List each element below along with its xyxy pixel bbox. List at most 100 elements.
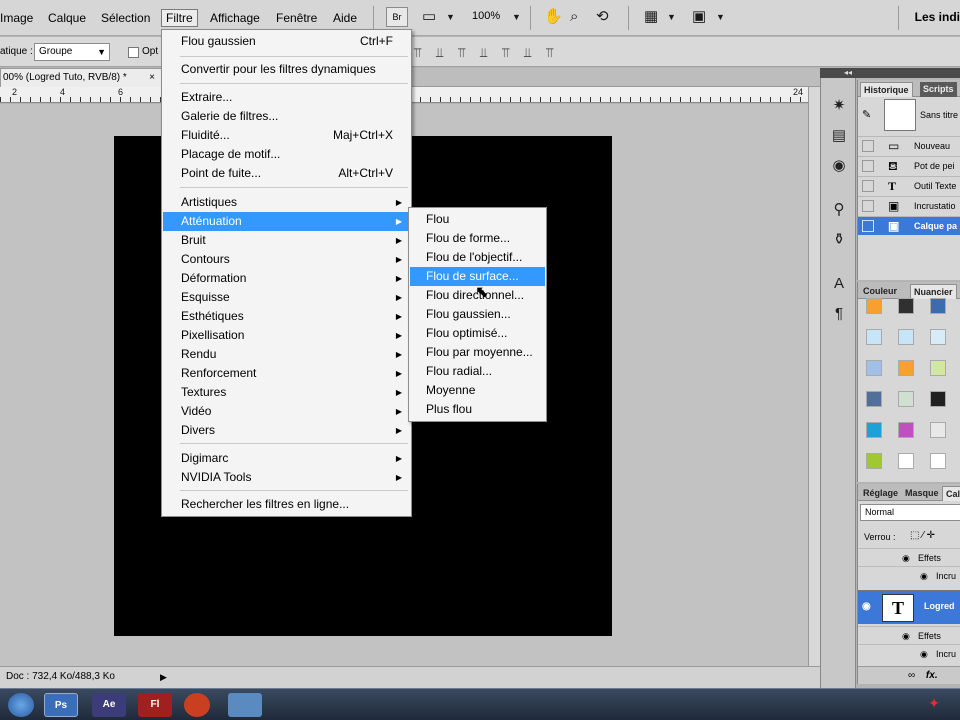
color-swatch[interactable]: [930, 453, 946, 469]
history-row[interactable]: ⛾ Pot de pei: [858, 156, 960, 175]
menu-item-nvidia-tools[interactable]: NVIDIA Tools ▶: [163, 468, 410, 487]
zoom-level[interactable]: 100%: [472, 10, 500, 22]
menu-selection[interactable]: Sélection: [97, 9, 154, 27]
taskbar-app-button[interactable]: [228, 693, 262, 717]
menu-item-rendu[interactable]: Rendu ▶: [163, 345, 410, 364]
tray-antivirus-icon[interactable]: ✦: [928, 695, 940, 712]
color-swatch[interactable]: [898, 360, 914, 376]
menu-item-textures[interactable]: Textures ▶: [163, 383, 410, 402]
menu-item-point-de-fuite[interactable]: Point de fuite... Alt+Ctrl+V: [163, 164, 410, 183]
hand-tool-icon[interactable]: ✋: [544, 8, 563, 26]
vertical-scrollbar[interactable]: [808, 87, 820, 666]
color-swatch[interactable]: [930, 360, 946, 376]
screen-dropdown-icon[interactable]: ▼: [716, 8, 725, 26]
transform-controls-checkbox[interactable]: [128, 47, 139, 58]
taskbar-after-effects-button[interactable]: Ae: [92, 693, 126, 717]
layer-effects-row[interactable]: ◉ Effets: [858, 548, 960, 566]
history-row[interactable]: ▣ Incrustatio: [858, 196, 960, 215]
auto-select-dropdown[interactable]: Groupe ▼: [34, 43, 110, 61]
clone-source-icon[interactable]: ⚱: [829, 230, 849, 250]
submenu-item-flou-gaussien[interactable]: Flou gaussien...: [410, 305, 545, 324]
color-swatch[interactable]: [898, 422, 914, 438]
brush-source-icon[interactable]: ✎: [862, 108, 871, 121]
color-swatch[interactable]: [930, 422, 946, 438]
history-source-checkbox[interactable]: [862, 220, 874, 232]
menu-item-bruit[interactable]: Bruit ▶: [163, 231, 410, 250]
menu-item-galerie[interactable]: Galerie de filtres...: [163, 107, 410, 126]
color-swatch[interactable]: [930, 329, 946, 345]
rotate-view-icon[interactable]: ⟲: [596, 8, 609, 26]
color-swatch[interactable]: [866, 422, 882, 438]
layer-row-selected[interactable]: ◉ T Logred: [858, 590, 960, 624]
history-source-checkbox[interactable]: [862, 200, 874, 212]
layer-effect-row[interactable]: ◉ Incru: [858, 644, 960, 662]
info-icon[interactable]: ◉: [829, 156, 849, 176]
start-button[interactable]: [8, 693, 34, 717]
menu-item-renforcement[interactable]: Renforcement ▶: [163, 364, 410, 383]
collapse-panels-icon[interactable]: ◂◂: [820, 68, 960, 78]
screen-mode-icon[interactable]: ▭: [422, 8, 436, 26]
history-source-checkbox[interactable]: [862, 180, 874, 192]
menu-item-convertir[interactable]: Convertir pour les filtres dynamiques: [163, 60, 410, 79]
lock-icons[interactable]: ⬚ ⁄ ✛: [910, 530, 935, 541]
tab-scripts[interactable]: Scripts: [920, 82, 957, 97]
eye-icon[interactable]: ◉: [902, 627, 910, 645]
status-menu-icon[interactable]: ▶: [160, 667, 167, 687]
tab-nuancier[interactable]: Nuancier: [910, 284, 957, 299]
menu-item-artistiques[interactable]: Artistiques ▶: [163, 193, 410, 212]
history-row[interactable]: T Outil Texte: [858, 176, 960, 195]
menu-fenetre[interactable]: Fenêtre: [272, 9, 321, 27]
histogram-icon[interactable]: ▤: [829, 126, 849, 146]
submenu-item-flou-optimise[interactable]: Flou optimisé...: [410, 324, 545, 343]
layer-effect-row[interactable]: ◉ Incru: [858, 566, 960, 584]
bridge-button[interactable]: Br: [386, 7, 408, 27]
color-swatch[interactable]: [866, 329, 882, 345]
menu-item-divers[interactable]: Divers ▶: [163, 421, 410, 440]
color-swatch[interactable]: [898, 329, 914, 345]
distribute-icon[interactable]: ⫪: [546, 45, 553, 61]
submenu-item-flou-par-moyenne[interactable]: Flou par moyenne...: [410, 343, 545, 362]
blend-mode-select[interactable]: Normal: [860, 504, 960, 521]
link-layers-icon[interactable]: ∞: [908, 670, 915, 681]
menu-aide[interactable]: Aide: [329, 9, 361, 27]
close-icon[interactable]: ×: [149, 69, 155, 87]
menu-image[interactable]: Image: [0, 9, 37, 27]
character-icon[interactable]: A: [829, 274, 849, 294]
history-row[interactable]: ▭ Nouveau: [858, 136, 960, 155]
menu-item-pixellisation[interactable]: Pixellisation ▶: [163, 326, 410, 345]
workspace-switcher[interactable]: Les indi: [915, 10, 960, 24]
color-swatch[interactable]: [898, 391, 914, 407]
submenu-item-plus-flou[interactable]: Plus flou: [410, 400, 545, 419]
arrange-documents-icon[interactable]: ▦: [644, 8, 658, 26]
color-swatch[interactable]: [866, 298, 882, 314]
color-swatch[interactable]: [930, 298, 946, 314]
zoom-tool-icon[interactable]: ⌕: [570, 8, 578, 26]
color-swatch[interactable]: [866, 360, 882, 376]
tab-couleur[interactable]: Couleur: [860, 284, 900, 299]
color-swatch[interactable]: [866, 391, 882, 407]
eye-icon[interactable]: ◉: [920, 567, 928, 585]
color-swatch[interactable]: [898, 298, 914, 314]
add-style-button[interactable]: fx.: [926, 670, 938, 681]
taskbar-browser-button[interactable]: [184, 693, 210, 717]
submenu-item-flou-objectif[interactable]: Flou de l'objectif...: [410, 248, 545, 267]
menu-item-extraire[interactable]: Extraire...: [163, 88, 410, 107]
menu-item-esthetiques[interactable]: Esthétiques ▶: [163, 307, 410, 326]
align-top-icon[interactable]: ⫪: [414, 45, 421, 61]
menu-item-placage[interactable]: Placage de motif...: [163, 145, 410, 164]
paragraph-icon[interactable]: ¶: [829, 304, 849, 324]
taskbar-flash-button[interactable]: Fl: [138, 693, 172, 717]
submenu-item-flou[interactable]: Flou: [410, 210, 545, 229]
color-swatch[interactable]: [866, 453, 882, 469]
screen-mode-toggle-icon[interactable]: ▣: [692, 8, 706, 26]
arrange-dropdown-icon[interactable]: ▼: [667, 8, 676, 26]
document-tab[interactable]: 00% (Logred Tuto, RVB/8) * ×: [0, 68, 162, 87]
menu-item-digimarc[interactable]: Digimarc ▶: [163, 449, 410, 468]
menu-item-deformation[interactable]: Déformation ▶: [163, 269, 410, 288]
zoom-dropdown-icon[interactable]: ▼: [512, 8, 521, 26]
taskbar-photoshop-button[interactable]: Ps: [44, 693, 78, 717]
menu-item-fluidite[interactable]: Fluidité... Maj+Ctrl+X: [163, 126, 410, 145]
dropdown-arrow-icon[interactable]: ▼: [446, 8, 455, 26]
history-source-checkbox[interactable]: [862, 140, 874, 152]
submenu-item-flou-radial[interactable]: Flou radial...: [410, 362, 545, 381]
